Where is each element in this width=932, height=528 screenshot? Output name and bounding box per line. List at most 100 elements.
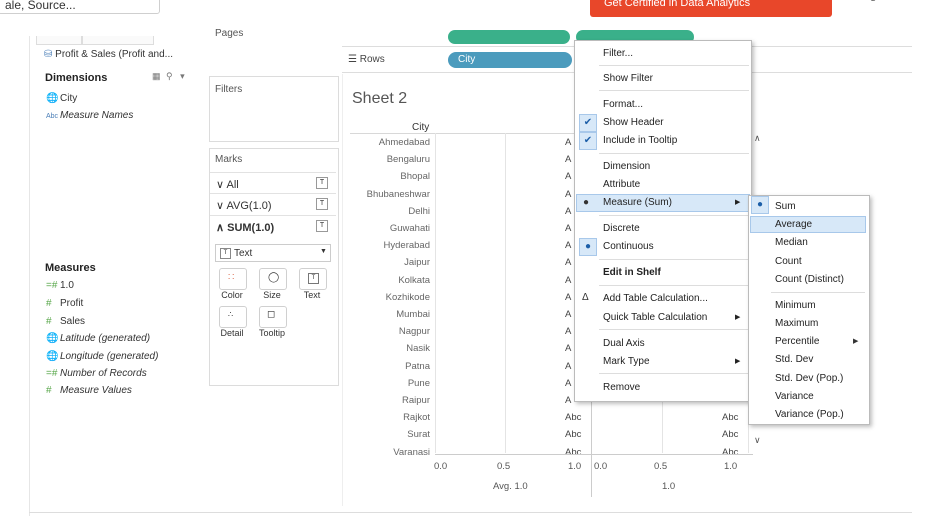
size-button[interactable]: ◯ bbox=[259, 268, 287, 290]
city-row-label[interactable]: Patna bbox=[360, 361, 430, 372]
detail-button[interactable]: ∴ bbox=[219, 306, 247, 328]
city-row-label[interactable]: Kolkata bbox=[360, 275, 430, 286]
dimension-item-measure-names[interactable]: Abc Measure Names bbox=[46, 110, 133, 121]
submenu-item-count[interactable]: Count bbox=[775, 256, 802, 267]
rows-pill-city[interactable]: City bbox=[448, 52, 572, 68]
measure-item-latitude[interactable]: 🌐 Latitude (generated) bbox=[46, 333, 150, 344]
text-mark-cell[interactable]: Abc bbox=[722, 412, 738, 423]
submenu-item-median[interactable]: Median bbox=[775, 237, 808, 248]
measure-item-measure-values[interactable]: # Measure Values bbox=[46, 385, 132, 396]
submenu-item-std-dev[interactable]: Std. Dev bbox=[775, 354, 813, 365]
city-row-label[interactable]: Rajkot bbox=[360, 412, 430, 423]
city-row-label[interactable]: Mumbai bbox=[360, 309, 430, 320]
text-mark-cell[interactable]: A bbox=[565, 343, 571, 354]
menu-item-mark-type[interactable]: Mark Type bbox=[603, 356, 650, 367]
text-mark-cell[interactable]: A bbox=[565, 275, 571, 286]
menu-item-dimension[interactable]: Dimension bbox=[603, 161, 650, 172]
city-row-label[interactable]: Delhi bbox=[360, 206, 430, 217]
menu-item-add-table-calculation[interactable]: Add Table Calculation... bbox=[603, 293, 708, 304]
city-row-label[interactable]: Ahmedabad bbox=[360, 137, 430, 148]
menu-item-remove[interactable]: Remove bbox=[603, 382, 640, 393]
text-mark-cell[interactable]: A bbox=[565, 326, 571, 337]
menu-item-continuous[interactable]: Continuous bbox=[603, 241, 654, 252]
city-row-label[interactable]: Surat bbox=[360, 429, 430, 440]
text-mark-cell[interactable]: A bbox=[565, 395, 571, 406]
menu-item-show-filter[interactable]: Show Filter bbox=[603, 73, 653, 84]
menu-item-include-in-tooltip[interactable]: Include in Tooltip bbox=[603, 135, 677, 146]
text-mark-cell[interactable]: A bbox=[565, 257, 571, 268]
city-row-label[interactable]: Kozhikode bbox=[360, 292, 430, 303]
menu-item-attribute[interactable]: Attribute bbox=[603, 179, 640, 190]
marks-sum-row[interactable]: ∧ SUM(1.0) T bbox=[210, 215, 336, 236]
measure-item-profit[interactable]: # Profit bbox=[46, 298, 83, 309]
menu-item-dual-axis[interactable]: Dual Axis bbox=[603, 338, 645, 349]
submenu-item-percentile[interactable]: Percentile bbox=[775, 336, 819, 347]
submenu-item-std-dev-pop[interactable]: Std. Dev (Pop.) bbox=[775, 373, 843, 384]
city-row-label[interactable]: Pune bbox=[360, 378, 430, 389]
text-mark-cell[interactable]: A bbox=[565, 171, 571, 182]
text-mark-cell[interactable]: Abc bbox=[565, 412, 581, 423]
measure-item-sales[interactable]: # Sales bbox=[46, 316, 85, 327]
dimension-item-city[interactable]: 🌐 City bbox=[46, 93, 77, 104]
menu-item-measure[interactable]: Measure (Sum) bbox=[603, 197, 672, 208]
submenu-item-maximum[interactable]: Maximum bbox=[775, 318, 818, 329]
city-row-label[interactable]: Raipur bbox=[360, 395, 430, 406]
city-row-label[interactable]: Bengaluru bbox=[360, 154, 430, 165]
tab-analytics[interactable] bbox=[82, 36, 154, 45]
menu-item-quick-table-calculation[interactable]: Quick Table Calculation bbox=[603, 312, 707, 323]
measure-item-longitude[interactable]: 🌐 Longitude (generated) bbox=[46, 351, 158, 362]
menu-item-format[interactable]: Format... bbox=[603, 99, 643, 110]
scroll-down-icon[interactable]: ∨ bbox=[754, 435, 761, 446]
dropdown-icon[interactable]: ▾ bbox=[180, 71, 185, 81]
city-row-label[interactable]: Guwahati bbox=[360, 223, 430, 234]
menu-item-filter[interactable]: Filter... bbox=[603, 48, 633, 59]
measure-item-1-0[interactable]: =# 1.0 bbox=[46, 280, 74, 291]
submenu-item-sum[interactable]: Sum bbox=[775, 201, 796, 212]
color-button[interactable]: ∷ bbox=[219, 268, 247, 290]
text-mark-cell[interactable]: A bbox=[565, 309, 571, 320]
city-row-label[interactable]: Nasik bbox=[360, 343, 430, 354]
search-icon[interactable]: ⚲ bbox=[166, 71, 173, 81]
city-row-label[interactable]: Varanasi bbox=[360, 447, 430, 458]
search-input[interactable]: ale, Source... bbox=[0, 0, 160, 14]
menu-item-discrete[interactable]: Discrete bbox=[603, 223, 640, 234]
datasource-item[interactable]: ⛁ Profit & Sales (Profit and... bbox=[44, 49, 173, 60]
city-row-label[interactable]: Jaipur bbox=[360, 257, 430, 268]
submenu-item-variance-pop[interactable]: Variance (Pop.) bbox=[775, 409, 844, 420]
submenu-item-average[interactable]: Average bbox=[775, 219, 812, 230]
submenu-item-variance[interactable]: Variance bbox=[775, 391, 814, 402]
dimension-tools[interactable]: ▦ ⚲ ▾ bbox=[152, 71, 185, 82]
text-mark-cell[interactable]: A bbox=[565, 223, 571, 234]
submenu-item-count-distinct[interactable]: Count (Distinct) bbox=[775, 274, 844, 285]
mark-type-select[interactable]: T Text ▼ bbox=[215, 244, 331, 262]
text-mark-cell[interactable]: A bbox=[565, 189, 571, 200]
columns-pill-avg[interactable] bbox=[448, 30, 570, 44]
text-mark-cell[interactable]: A bbox=[565, 361, 571, 372]
tooltip-button[interactable]: ◻ bbox=[259, 306, 287, 328]
submenu-item-minimum[interactable]: Minimum bbox=[775, 300, 816, 311]
text-mark-cell[interactable]: A bbox=[565, 137, 571, 148]
city-row-label[interactable]: Nagpur bbox=[360, 326, 430, 337]
grid-view-icon[interactable]: ▦ bbox=[152, 71, 161, 81]
text-mark-cell[interactable]: Abc bbox=[722, 447, 738, 458]
scroll-up-icon[interactable]: ∧ bbox=[754, 133, 761, 144]
marks-avg-row[interactable]: ∨ AVG(1.0) T bbox=[210, 193, 336, 214]
text-button[interactable]: T bbox=[299, 268, 327, 290]
text-mark-cell[interactable]: A bbox=[565, 154, 571, 165]
promo-button[interactable]: Get Certified in Data Analytics bbox=[590, 0, 832, 17]
measure-item-number-of-records[interactable]: =# Number of Records bbox=[46, 368, 147, 379]
text-mark-cell[interactable]: A bbox=[565, 206, 571, 217]
marks-all-row[interactable]: ∨ All T bbox=[210, 172, 336, 193]
city-row-label[interactable]: Bhopal bbox=[360, 171, 430, 182]
text-mark-cell[interactable]: A bbox=[565, 378, 571, 389]
menu-item-edit-in-shelf[interactable]: Edit in Shelf bbox=[603, 267, 661, 278]
text-mark-cell[interactable]: A bbox=[565, 240, 571, 251]
menu-item-show-header[interactable]: Show Header bbox=[603, 117, 664, 128]
text-mark-cell[interactable]: A bbox=[565, 292, 571, 303]
text-mark-cell[interactable]: Abc bbox=[565, 429, 581, 440]
tab-data[interactable] bbox=[36, 36, 82, 45]
city-row-label[interactable]: Bhubaneshwar bbox=[360, 189, 430, 200]
text-mark-cell[interactable]: Abc bbox=[722, 429, 738, 440]
text-mark-cell[interactable]: Abc bbox=[565, 447, 581, 458]
city-row-label[interactable]: Hyderabad bbox=[360, 240, 430, 251]
